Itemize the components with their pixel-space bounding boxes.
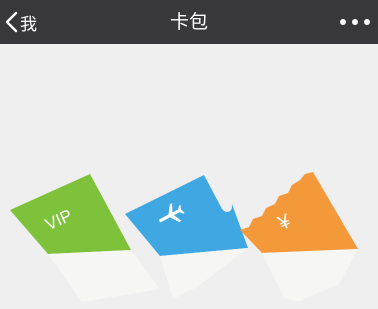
coupon-card: ¥ (240, 172, 358, 301)
page-title: 卡包 (169, 11, 208, 33)
more-dots-icon[interactable] (340, 11, 370, 33)
nav-bar: 我 卡包 (0, 0, 378, 44)
card-illustration: VIP ¥ (0, 44, 378, 309)
vip-card: VIP (10, 174, 160, 302)
